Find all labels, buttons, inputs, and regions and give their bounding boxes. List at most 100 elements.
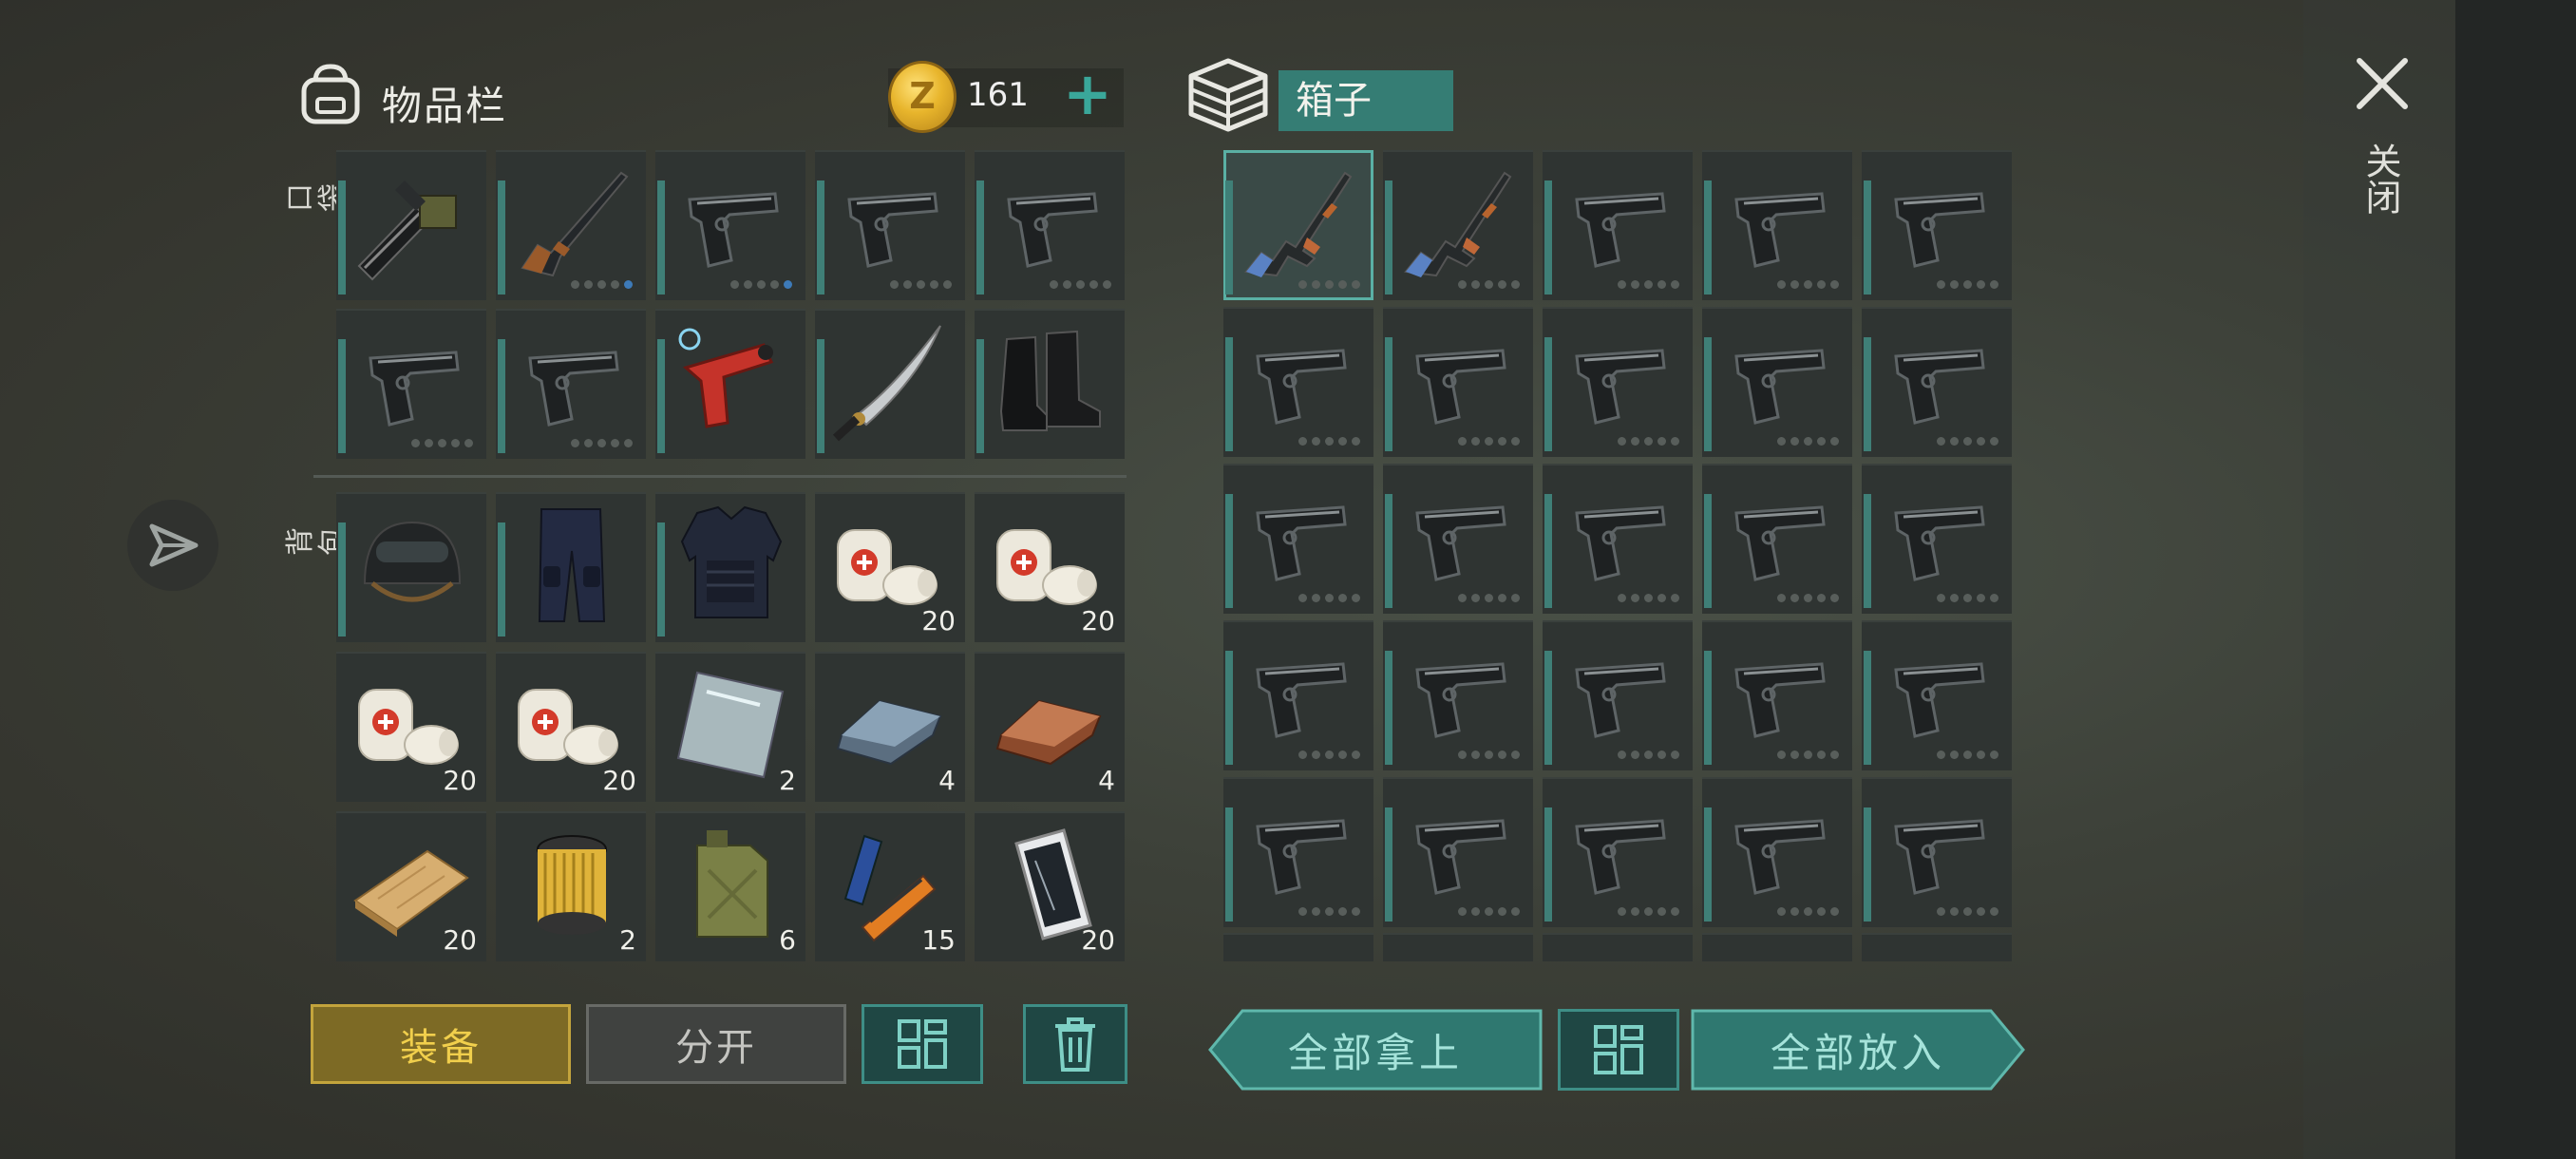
pocket-slot[interactable] [975, 309, 1125, 459]
grid-sort-icon [898, 1019, 947, 1069]
box-slot[interactable] [1543, 307, 1693, 457]
box-slot[interactable] [1862, 933, 2012, 961]
backpack-slot[interactable]: 20 [815, 492, 965, 642]
backpack-slot[interactable]: 20 [336, 811, 486, 961]
item-quantity: 20 [602, 765, 636, 796]
box-slot[interactable] [1223, 150, 1373, 300]
sort-box-button[interactable] [1558, 1009, 1679, 1091]
backpack-slot[interactable]: 20 [975, 811, 1125, 961]
pocket-slot[interactable] [336, 150, 486, 300]
pocket-slot[interactable] [655, 150, 805, 300]
box-slot[interactable] [1862, 777, 2012, 927]
box-slot[interactable] [1862, 150, 2012, 300]
box-slot[interactable] [1862, 620, 2012, 770]
item-quantity: 6 [779, 924, 796, 956]
box-slot[interactable] [1543, 150, 1693, 300]
box-slot[interactable] [1223, 307, 1373, 457]
durability-dots [571, 280, 633, 289]
box-slot[interactable] [1543, 777, 1693, 927]
box-slot[interactable] [1383, 777, 1533, 927]
box-slot[interactable] [1543, 620, 1693, 770]
pocket-slot[interactable] [336, 309, 486, 459]
item-quantity: 20 [443, 765, 477, 796]
backpack-slot[interactable]: 4 [815, 652, 965, 802]
trash-icon [1055, 1017, 1095, 1072]
pocket-slot[interactable] [655, 309, 805, 459]
item-quantity: 2 [619, 924, 636, 956]
durability-dots [1777, 280, 1839, 289]
durability-dots [1937, 437, 1998, 446]
backpack-slot[interactable]: 4 [975, 652, 1125, 802]
durability-dots [1458, 594, 1520, 602]
add-coins-button[interactable]: + [1063, 65, 1112, 124]
backpack-slot[interactable] [336, 492, 486, 642]
durability-dots [1298, 437, 1360, 446]
take-all-label: 全部拿上 [1287, 1029, 1463, 1076]
backpack-slot[interactable]: 6 [655, 811, 805, 961]
box-slot[interactable] [1702, 620, 1852, 770]
box-slot[interactable] [1862, 464, 2012, 614]
box-slot[interactable] [1702, 777, 1852, 927]
backpack-slot[interactable] [496, 492, 646, 642]
put-all-label: 全部放入 [1770, 1029, 1945, 1076]
box-slot[interactable] [1383, 464, 1533, 614]
box-slot[interactable] [1383, 933, 1533, 961]
backpack-slot[interactable]: 2 [655, 652, 805, 802]
pocket-slot[interactable] [815, 150, 965, 300]
durability-dots [1298, 750, 1360, 759]
box-slot[interactable] [1702, 150, 1852, 300]
sort-inventory-button[interactable] [862, 1004, 983, 1084]
box-icon [1188, 58, 1268, 132]
durability-dots [890, 280, 952, 289]
box-slot[interactable] [1702, 933, 1852, 961]
durability-dots [1937, 594, 1998, 602]
box-slot[interactable] [1383, 150, 1533, 300]
durability-dots [1458, 750, 1520, 759]
box-slot[interactable] [1702, 464, 1852, 614]
grid-sort-icon [1594, 1025, 1643, 1074]
durability-dots [1618, 437, 1679, 446]
durability-dots [1777, 750, 1839, 759]
pocket-slot[interactable] [496, 309, 646, 459]
trash-button[interactable] [1023, 1004, 1127, 1084]
backpack-slot[interactable]: 2 [496, 811, 646, 961]
backpack-slot[interactable] [655, 492, 805, 642]
durability-dots [1618, 594, 1679, 602]
box-slot[interactable] [1543, 933, 1693, 961]
item-quantity: 15 [921, 924, 956, 956]
backpack-slot[interactable]: 20 [336, 652, 486, 802]
durability-dots [1618, 907, 1679, 916]
durability-dots [1298, 907, 1360, 916]
pocket-slot[interactable] [815, 309, 965, 459]
box-slot[interactable] [1223, 777, 1373, 927]
backpack-slot[interactable]: 20 [496, 652, 646, 802]
put-all-button[interactable]: 全部放入 [1691, 1009, 2025, 1091]
box-slot[interactable] [1862, 307, 2012, 457]
box-slot[interactable] [1383, 307, 1533, 457]
box-slot[interactable] [1702, 307, 1852, 457]
durability-dots [1937, 280, 1998, 289]
inventory-title: 物品栏 [382, 83, 508, 129]
close-icon[interactable] [2352, 53, 2413, 114]
pocket-slot[interactable] [496, 150, 646, 300]
close-label[interactable]: 关闭 [2359, 142, 2401, 215]
backpack-slot[interactable]: 20 [975, 492, 1125, 642]
box-slot[interactable] [1223, 464, 1373, 614]
pocket-slot[interactable] [975, 150, 1125, 300]
navigate-button[interactable] [127, 500, 218, 591]
box-slot[interactable] [1383, 620, 1533, 770]
equip-button[interactable]: 装备 [311, 1004, 571, 1084]
durability-dots [1298, 594, 1360, 602]
durability-dots [1618, 750, 1679, 759]
split-button[interactable]: 分开 [586, 1004, 846, 1084]
durability-dots [1937, 907, 1998, 916]
send-arrow-icon [149, 523, 199, 567]
backpack-slot[interactable]: 15 [815, 811, 965, 961]
take-all-button[interactable]: 全部拿上 [1208, 1009, 1543, 1091]
durability-dots [411, 439, 473, 447]
box-title: 箱子 [1279, 70, 1453, 131]
durability-dots [1777, 594, 1839, 602]
box-slot[interactable] [1223, 620, 1373, 770]
box-slot[interactable] [1223, 933, 1373, 961]
box-slot[interactable] [1543, 464, 1693, 614]
